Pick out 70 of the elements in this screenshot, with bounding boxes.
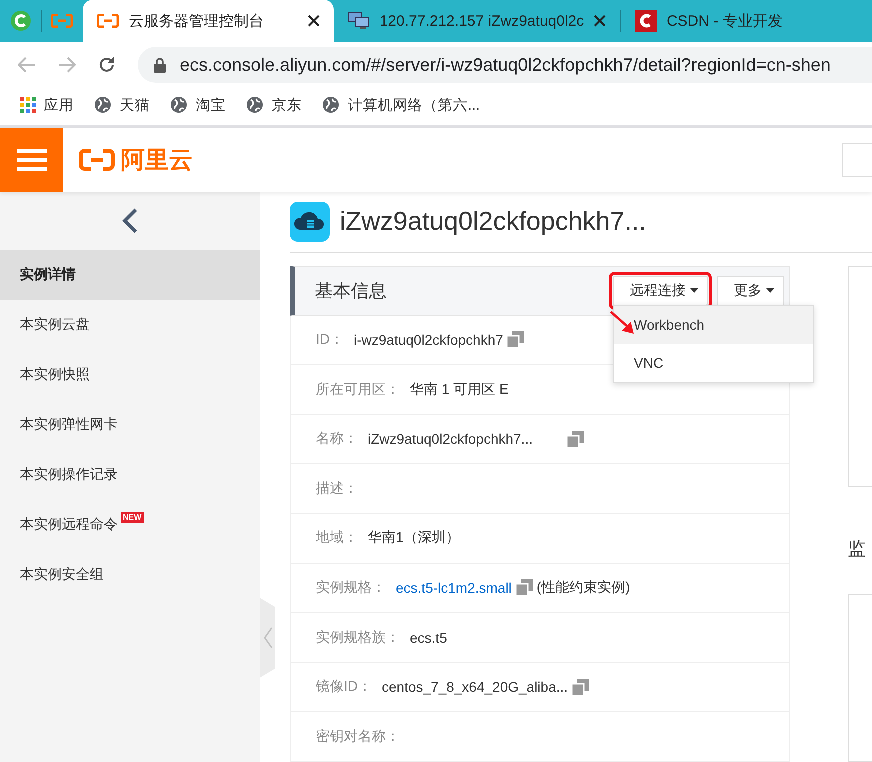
sidebar-item[interactable]: 本实例操作记录 xyxy=(0,450,260,500)
sidebar-item[interactable]: 本实例快照 xyxy=(0,350,260,400)
field-value: 华南 1 可用区 E xyxy=(410,380,509,399)
globe-icon xyxy=(94,96,112,114)
browser-tab[interactable]: CSDN - 专业开发 xyxy=(620,0,872,42)
field-value: centos_7_8_x64_20G_aliba... xyxy=(382,679,568,696)
menu-item[interactable]: Workbench xyxy=(614,306,813,344)
copy-icon[interactable] xyxy=(507,331,524,348)
dropdown-button[interactable]: 更多 xyxy=(717,276,784,306)
reload-icon[interactable] xyxy=(98,56,116,74)
panel-title: 基本信息 xyxy=(315,280,388,303)
forward-arrow-icon[interactable] xyxy=(58,57,76,73)
collapse-handle[interactable] xyxy=(260,598,276,678)
search-field[interactable] xyxy=(842,143,872,177)
field-note: (性能约束实例) xyxy=(536,578,630,597)
copy-icon[interactable] xyxy=(572,678,590,696)
field-label: 所在可用区： xyxy=(316,380,400,399)
bookmark[interactable]: 应用 xyxy=(20,96,74,114)
cloud-server-icon xyxy=(290,202,330,242)
bracket-logo-icon xyxy=(96,14,119,28)
close-icon[interactable] xyxy=(308,15,320,27)
bookmark[interactable]: 京东 xyxy=(246,96,302,114)
field-value: 华南1（深圳） xyxy=(368,529,460,548)
bookmark[interactable]: 计算机网络（第六... xyxy=(322,96,480,114)
instance-title: iZwz9atuq0l2ckfopchkh7... xyxy=(340,206,646,238)
bookmark[interactable]: 淘宝 xyxy=(170,96,226,114)
sidebar-item[interactable]: 本实例弹性网卡 xyxy=(0,400,260,450)
new-badge: NEW xyxy=(121,512,144,523)
url-text: ecs.console.aliyun.com/#/server/i-wz9atuq0l2ckfopchkh7/detail?regionId=cn-shen xyxy=(180,54,831,76)
browser-tab[interactable]: 120.77.212.157 iZwz9atuq0l2c xyxy=(334,0,620,42)
menu-icon xyxy=(16,149,46,171)
bookmark[interactable]: 天猫 xyxy=(94,96,150,114)
globe-icon xyxy=(322,96,340,114)
field-label: 描述： xyxy=(316,480,358,498)
copy-icon[interactable] xyxy=(516,579,533,596)
browser-tab[interactable]: 云服务器管理控制台 xyxy=(82,0,334,42)
sidebar-item[interactable]: 实例详情 xyxy=(0,250,260,300)
letter-logo-icon xyxy=(634,10,657,32)
field-label: 名称： xyxy=(316,430,358,448)
close-icon[interactable] xyxy=(594,15,606,27)
computer-icon xyxy=(348,12,370,30)
copy-icon[interactable] xyxy=(566,430,584,448)
field-link[interactable]: ecs.t5-lc1m2.small xyxy=(396,580,512,596)
address-bar[interactable]: ecs.console.aliyun.com/#/server/i-wz9atuq0l2ckfopchkh7/detail?regionId=cn-shen xyxy=(138,47,872,83)
field-label: 密钥对名称： xyxy=(316,728,400,746)
field-label: 实例规格族： xyxy=(316,628,400,647)
browser-logo-icon[interactable] xyxy=(10,10,32,32)
sidebar-item[interactable]: 本实例远程命令 NEW xyxy=(0,500,260,550)
field-value: iZwz9atuq0l2ckfopchkh7... xyxy=(368,431,533,448)
chevron-left-icon[interactable] xyxy=(122,208,138,234)
globe-icon xyxy=(246,96,264,114)
annotation-arrow xyxy=(610,310,636,335)
apps-grid-icon xyxy=(20,97,36,113)
sidebar-item[interactable]: 本实例安全组 xyxy=(0,550,260,600)
caret-icon xyxy=(690,288,699,294)
bracket-logo-icon xyxy=(79,149,115,171)
caret-icon xyxy=(766,288,775,294)
field-label: 实例规格： xyxy=(316,578,386,597)
globe-icon xyxy=(170,96,188,114)
menu-item[interactable]: VNC xyxy=(614,344,813,382)
field-label: 镜像ID： xyxy=(316,678,372,696)
menu-button[interactable] xyxy=(0,128,63,192)
field-value: ecs.t5 xyxy=(410,630,448,646)
field-label: 地域： xyxy=(316,529,358,548)
field-label: ID： xyxy=(316,330,344,349)
section-heading: 监 xyxy=(848,538,867,561)
lock-icon xyxy=(154,58,166,72)
field-value: i-wz9atuq0l2ckfopchkh7 xyxy=(354,332,504,348)
back-arrow-icon[interactable] xyxy=(18,57,36,73)
sidebar-item[interactable]: 本实例云盘 xyxy=(0,300,260,350)
